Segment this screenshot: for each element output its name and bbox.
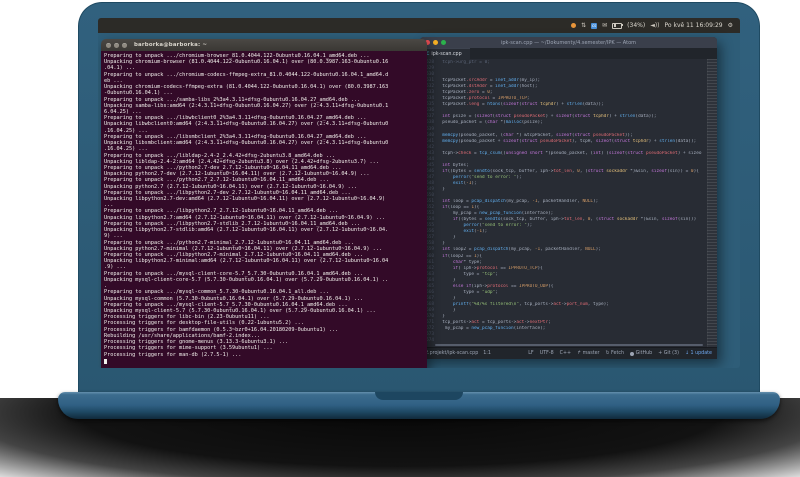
status-grammar[interactable]: C++ bbox=[560, 351, 571, 356]
laptop-mockup: ⇅ cs ✉ (34%) ◄)) Po kvě 11 16:09:29 ⚙ ip… bbox=[0, 0, 800, 477]
minimize-icon[interactable] bbox=[433, 40, 438, 45]
terminal-output[interactable]: Preparing to unpack .../chromium-browser… bbox=[101, 51, 427, 368]
branch-name: master bbox=[582, 351, 600, 356]
gear-icon[interactable]: ⚙ bbox=[728, 22, 733, 29]
atom-titlebar[interactable]: ipk-scan.cpp — ~/Dokumenty/4.semester/IP… bbox=[420, 37, 717, 48]
status-git-branch[interactable]: ↱ master bbox=[577, 351, 599, 356]
branch-icon: ↱ bbox=[577, 351, 582, 356]
network-icon[interactable]: ⇅ bbox=[581, 22, 586, 29]
status-git-changes[interactable]: + Git (3) bbox=[658, 351, 679, 356]
maximize-icon[interactable] bbox=[441, 40, 446, 45]
battery-icon[interactable] bbox=[612, 22, 624, 29]
notification-icon[interactable] bbox=[571, 23, 577, 28]
status-github[interactable]: GitHub bbox=[630, 351, 652, 356]
atom-window-title: ipk-scan.cpp — ~/Dokumenty/4.semester/IP… bbox=[500, 39, 637, 46]
horizontal-scrollbar[interactable] bbox=[435, 344, 703, 346]
github-icon bbox=[630, 351, 635, 356]
clock[interactable]: Po kvě 11 16:09:29 bbox=[665, 22, 723, 29]
status-cursor-position[interactable]: 1:1 bbox=[483, 351, 491, 356]
fetch-icon: ↻ bbox=[605, 351, 610, 356]
atom-window[interactable]: ipk-scan.cpp — ~/Dokumenty/4.semester/IP… bbox=[420, 37, 717, 359]
volume-icon[interactable]: ◄)) bbox=[650, 22, 659, 29]
terminal-window[interactable]: barborka@barborka: ~ Preparing to unpack… bbox=[101, 39, 427, 368]
minimap[interactable] bbox=[707, 59, 717, 347]
fetch-label: Fetch bbox=[611, 351, 625, 356]
top-panel: ⇅ cs ✉ (34%) ◄)) Po kvě 11 16:09:29 ⚙ bbox=[98, 18, 740, 33]
laptop-lid-notch bbox=[375, 392, 463, 400]
update-label: 1 update bbox=[690, 351, 712, 356]
status-line-ending[interactable]: LF bbox=[528, 351, 533, 356]
status-encoding[interactable]: UTF-8 bbox=[540, 351, 554, 356]
code-area[interactable]: 528 tcph->urg_ptr = 0; 529 530 531 tcpPacke… bbox=[420, 59, 717, 347]
desktop: ⇅ cs ✉ (34%) ◄)) Po kvě 11 16:09:29 ⚙ ip… bbox=[98, 18, 740, 368]
maximize-icon[interactable] bbox=[122, 42, 127, 48]
tab-bar[interactable]: C ipk-scan.cpp bbox=[420, 48, 717, 59]
status-file-path[interactable]: 2.projekt/ipk-scan.cpp bbox=[425, 351, 478, 356]
status-fetch[interactable]: ↻ Fetch bbox=[606, 351, 625, 356]
git-plus-icon: + bbox=[658, 351, 663, 356]
terminal-titlebar[interactable]: barborka@barborka: ~ bbox=[101, 39, 427, 51]
update-icon: ↓ bbox=[684, 351, 690, 356]
github-label: GitHub bbox=[635, 351, 653, 356]
battery-percent: (34%) bbox=[627, 22, 646, 29]
tab-label: ipk-scan.cpp bbox=[431, 51, 462, 57]
status-update[interactable]: ↓ 1 update bbox=[685, 351, 712, 356]
tab-ipk-scan[interactable]: C ipk-scan.cpp bbox=[420, 48, 470, 59]
mail-icon[interactable]: ✉ bbox=[602, 22, 607, 29]
minimize-icon[interactable] bbox=[114, 42, 119, 48]
laptop-lid: ⇅ cs ✉ (34%) ◄)) Po kvě 11 16:09:29 ⚙ ip… bbox=[78, 2, 760, 393]
atom-status-bar: 2.projekt/ipk-scan.cpp 1:1 LF UTF-8 C++ … bbox=[420, 347, 717, 359]
close-icon[interactable] bbox=[106, 42, 111, 48]
battery-level bbox=[613, 24, 616, 27]
keyboard-layout-icon[interactable]: cs bbox=[591, 22, 598, 29]
laptop-base bbox=[58, 392, 780, 419]
git-changes-label: Git (3) bbox=[663, 351, 679, 356]
atom-window-controls bbox=[425, 37, 446, 48]
terminal-title: barborka@barborka: ~ bbox=[134, 42, 208, 48]
